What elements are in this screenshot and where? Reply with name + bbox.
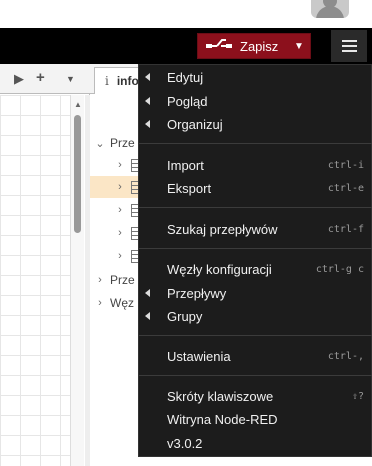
menu-item-label: Węzły konfiguracji xyxy=(167,261,272,277)
menu-item-version: v3.0.2 xyxy=(139,431,372,455)
add-flow-icon[interactable]: + xyxy=(36,69,45,86)
menu-item-search-flows[interactable]: Szukaj przepływów ctrl-f xyxy=(139,217,372,241)
hamburger-icon-bar xyxy=(341,40,357,42)
deploy-options-caret-icon[interactable]: ▼ xyxy=(288,34,310,58)
menu-item-label: Edytuj xyxy=(167,69,204,85)
menu-item-edit[interactable]: Edytuj xyxy=(139,65,372,89)
deploy-label: Zapisz xyxy=(240,38,279,54)
chevron-right-icon[interactable]: › xyxy=(94,274,106,286)
avatar-body xyxy=(316,6,344,18)
tree-row-label: Prze xyxy=(110,136,135,150)
menu-divider xyxy=(139,143,372,144)
deploy-button[interactable]: Zapisz ▼ xyxy=(197,33,311,59)
menu-item-settings[interactable]: Ustawienia ctrl-, xyxy=(139,344,372,368)
menu-item-label: Szukaj przepływów xyxy=(167,221,278,237)
hamburger-icon-bar xyxy=(341,45,357,47)
menu-item-shortcut: ⇧? xyxy=(351,390,364,402)
deploy-main[interactable]: Zapisz xyxy=(198,34,288,58)
scroll-tabs-right-icon[interactable]: ▶ xyxy=(14,71,24,87)
scrollbar-thumb[interactable] xyxy=(74,115,81,233)
menu-divider xyxy=(139,335,372,336)
info-icon: i xyxy=(105,74,109,88)
menu-item-shortcut: ctrl-g c xyxy=(315,263,364,275)
menu-item-view[interactable]: Pogląd xyxy=(139,89,372,113)
flow-list-caret-icon[interactable]: ▼ xyxy=(66,74,75,84)
menu-item-node-red-website[interactable]: Witryna Node-RED xyxy=(139,407,372,431)
workspace: ▶ + ▼ ▲ xyxy=(0,64,90,466)
menu-item-label: Eksport xyxy=(167,180,212,196)
menu-item-label: Witryna Node-RED xyxy=(167,411,278,427)
chevron-right-icon[interactable]: › xyxy=(114,250,126,262)
menu-item-shortcut: ctrl-f xyxy=(327,223,364,235)
menu-item-shortcut: ctrl-e xyxy=(327,182,364,194)
tree-row-label: Węz xyxy=(110,296,134,310)
menu-item-label: Grupy xyxy=(167,308,203,324)
menu-divider xyxy=(139,375,372,376)
workspace-tab-bar: ▶ + ▼ xyxy=(0,64,90,94)
hamburger-icon-bar xyxy=(341,50,357,52)
main-menu-button[interactable] xyxy=(331,30,367,62)
menu-item-label: Skróty klawiszowe xyxy=(167,388,274,404)
menu-item-shortcut: ctrl-, xyxy=(327,350,364,362)
main-menu-dropdown: Edytuj Pogląd Organizuj Import ctrl-i Ek… xyxy=(138,64,372,457)
user-avatar[interactable] xyxy=(311,0,349,18)
workspace-vertical-scrollbar[interactable]: ▲ xyxy=(70,95,84,466)
menu-divider xyxy=(139,207,372,208)
menu-item-label: Organizuj xyxy=(167,116,223,132)
menu-item-label: Przepływy xyxy=(167,285,227,301)
editor-header: Zapisz ▼ xyxy=(0,28,372,64)
chevron-right-icon[interactable]: › xyxy=(114,227,126,239)
submenu-arrow-icon xyxy=(145,97,150,105)
top-strip xyxy=(0,0,372,28)
chevron-down-icon[interactable]: ⌄ xyxy=(94,137,106,150)
scroll-up-icon[interactable]: ▲ xyxy=(74,100,82,109)
submenu-arrow-icon xyxy=(145,120,150,128)
version-label: v3.0.2 xyxy=(167,435,203,451)
menu-item-import[interactable]: Import ctrl-i xyxy=(139,153,372,177)
chevron-right-icon[interactable]: › xyxy=(114,204,126,216)
tab-info-label: info xyxy=(116,74,139,88)
node-red-editor: Zapisz ▼ ▶ + ▼ ▲ i info ⌄ Prze › › › › ›… xyxy=(0,0,372,466)
menu-item-arrange[interactable]: Organizuj xyxy=(139,112,372,136)
deploy-icon xyxy=(206,39,232,48)
menu-item-label: Pogląd xyxy=(167,93,208,109)
menu-item-keyboard-shortcuts[interactable]: Skróty klawiszowe ⇧? xyxy=(139,384,372,408)
submenu-arrow-icon xyxy=(145,289,150,297)
chevron-right-icon[interactable]: › xyxy=(94,297,106,309)
menu-divider xyxy=(139,248,372,249)
menu-item-groups[interactable]: Grupy xyxy=(139,304,372,328)
chevron-right-icon[interactable]: › xyxy=(114,159,126,171)
workspace-canvas[interactable] xyxy=(0,95,70,466)
submenu-arrow-icon xyxy=(145,312,150,320)
menu-item-label: Import xyxy=(167,157,204,173)
menu-item-label: Ustawienia xyxy=(167,348,231,364)
chevron-right-icon[interactable]: › xyxy=(114,181,126,193)
submenu-arrow-icon xyxy=(145,73,150,81)
menu-item-export[interactable]: Eksport ctrl-e xyxy=(139,176,372,200)
menu-item-config-nodes[interactable]: Węzły konfiguracji ctrl-g c xyxy=(139,257,372,281)
tree-row-label: Prze xyxy=(110,273,135,287)
menu-item-flows[interactable]: Przepływy xyxy=(139,281,372,305)
menu-item-shortcut: ctrl-i xyxy=(327,159,364,171)
